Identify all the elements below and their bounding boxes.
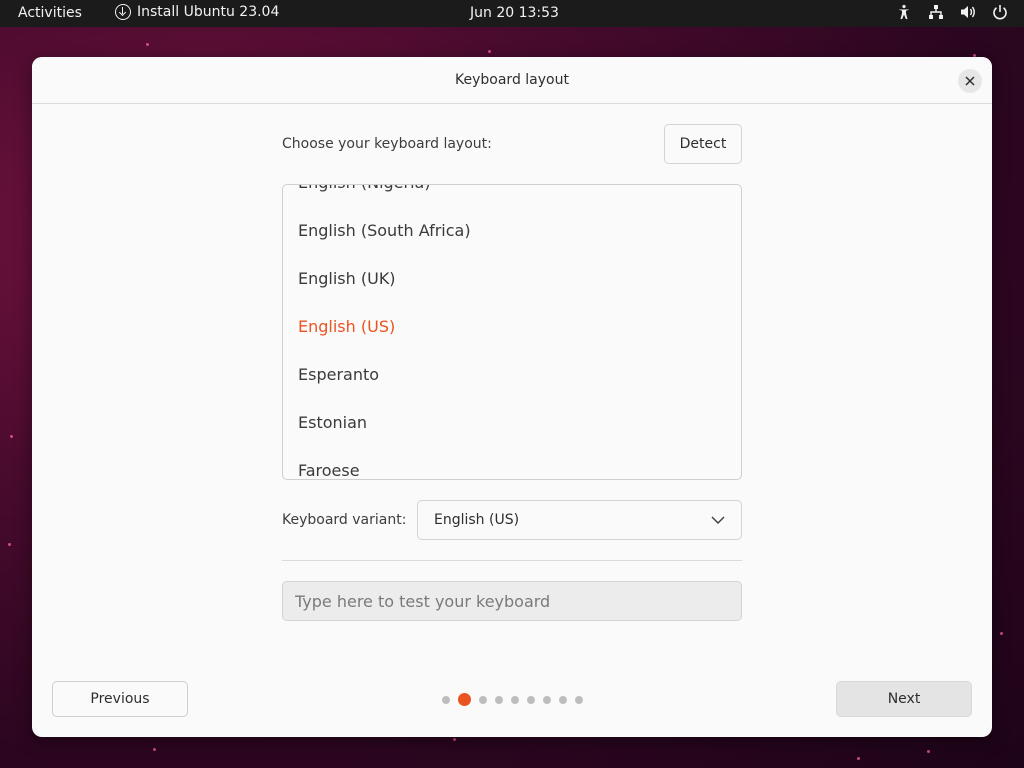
step-dot: [511, 695, 519, 704]
background-star: [857, 757, 860, 760]
close-icon: [965, 76, 975, 86]
background-star: [8, 543, 11, 546]
step-dot: [479, 695, 487, 704]
step-dot: [495, 695, 503, 704]
keyboard-variant-label: Keyboard variant:: [282, 512, 407, 528]
layout-list-item[interactable]: English (Nigeria): [283, 185, 741, 206]
chevron-down-icon: [711, 516, 725, 524]
power-icon[interactable]: [992, 4, 1008, 20]
layout-list-item-selected[interactable]: English (US): [283, 302, 741, 350]
title-bar: Keyboard layout: [32, 57, 992, 104]
layout-list-item[interactable]: Esperanto: [283, 350, 741, 398]
footer: Previous Next: [32, 681, 992, 717]
step-dot: [559, 695, 567, 704]
keyboard-test-input[interactable]: [282, 581, 742, 621]
app-menu[interactable]: Install Ubuntu 23.04: [115, 4, 279, 20]
installer-window: Keyboard layout Choose your keyboard lay…: [32, 57, 992, 737]
layout-list-item[interactable]: English (UK): [283, 254, 741, 302]
background-star: [1000, 632, 1003, 635]
accessibility-icon[interactable]: [896, 4, 912, 20]
system-tray[interactable]: [896, 4, 1008, 20]
background-star: [153, 748, 156, 751]
variant-row: Keyboard variant: English (US): [282, 500, 742, 540]
step-dot: [543, 695, 551, 704]
background-star: [10, 435, 13, 438]
network-icon[interactable]: [928, 4, 944, 20]
layout-list-item[interactable]: Faroese: [283, 446, 741, 480]
top-bar: Activities Install Ubuntu 23.04 Jun 20 1…: [0, 0, 1024, 27]
layout-list-item[interactable]: Estonian: [283, 398, 741, 446]
activities-button[interactable]: Activities: [18, 5, 82, 21]
layout-list[interactable]: English (Nigeria) English (South Africa)…: [282, 184, 742, 480]
step-dot: [442, 695, 450, 704]
background-star: [146, 43, 149, 46]
detect-button[interactable]: Detect: [664, 124, 742, 164]
background-star: [488, 50, 491, 53]
previous-button[interactable]: Previous: [52, 681, 188, 717]
step-dot-active: [458, 693, 471, 706]
window-title: Keyboard layout: [455, 72, 569, 88]
download-icon: [115, 4, 131, 20]
background-star: [927, 750, 930, 753]
close-button[interactable]: [958, 69, 982, 93]
layout-list-item[interactable]: English (South Africa): [283, 206, 741, 254]
choose-row: Choose your keyboard layout: Detect: [282, 124, 742, 164]
app-name: Install Ubuntu 23.04: [137, 4, 280, 20]
keyboard-variant-dropdown[interactable]: English (US): [417, 500, 742, 540]
step-dot: [527, 695, 535, 704]
next-button[interactable]: Next: [836, 681, 972, 717]
step-dot: [575, 695, 583, 704]
clock[interactable]: Jun 20 13:53: [470, 5, 559, 21]
choose-layout-label: Choose your keyboard layout:: [282, 136, 492, 152]
step-indicator: [442, 693, 583, 706]
keyboard-variant-value: English (US): [434, 512, 520, 528]
keyboard-layout-form: Choose your keyboard layout: Detect Engl…: [282, 124, 742, 621]
volume-icon[interactable]: [960, 4, 976, 20]
background-star: [453, 738, 456, 741]
divider: [282, 560, 742, 561]
